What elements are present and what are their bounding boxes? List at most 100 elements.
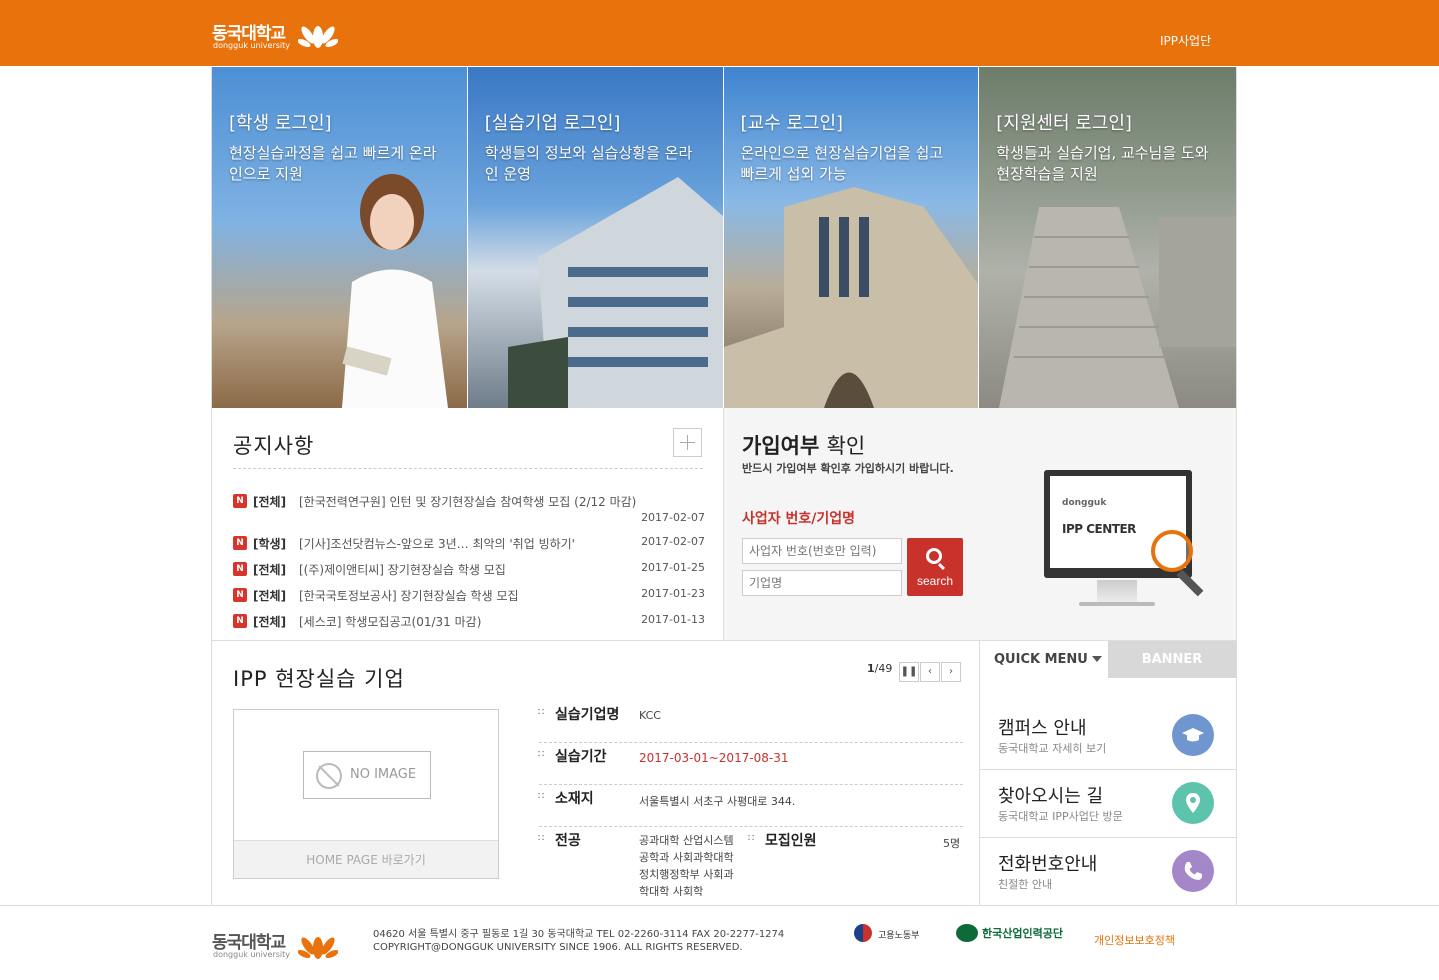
new-badge: N <box>233 614 247 628</box>
footer-logo-subtext: dongguk university <box>213 950 291 959</box>
notice-link[interactable]: [한국전력연구원] 인턴 및 장기현장실습 참여학생 모집 (2/12 마감) <box>299 493 636 510</box>
top-bar: 동국대학교 dongguk university IPP사업단 <box>0 0 1439 66</box>
notice-date: 2017-02-07 <box>641 535 705 548</box>
notice-category: [전체] <box>253 615 287 629</box>
tab-quick-menu[interactable]: QUICK MENU <box>980 641 1108 678</box>
quick-item-title: 전화번호안내 <box>998 854 1098 875</box>
company-section: IPP 현장실습 기업 1/49 ❚❚ ‹ › NO IMAGE HOME PA… <box>211 641 979 905</box>
notice-date: 2017-01-25 <box>641 561 705 574</box>
bullet-icon <box>538 707 545 719</box>
new-badge: N <box>233 494 247 508</box>
footer-address: 04620 서울 특별시 중구 필동로 1길 30 동국대학교 TEL 02-2… <box>373 928 784 954</box>
pause-button[interactable]: ❚❚ <box>899 662 919 682</box>
copyright-text: COPYRIGHT@DONGGUK UNIVERSITY SINCE 1906.… <box>373 942 743 953</box>
lotus-icon <box>298 937 338 959</box>
monitor-title: IPP CENTER <box>1062 522 1136 536</box>
privacy-policy-link[interactable]: 개인정보보호정책 <box>1094 932 1175 948</box>
notice-link[interactable]: [기사]조선닷컴뉴스-앞으로 3년… 최악의 '취업 빙하기' <box>299 535 575 552</box>
professor-login-panel[interactable]: [교수 로그인] 온라인으로 현장실습기업을 쉽고 빠르게 섭외 가능 <box>723 67 980 408</box>
phone-icon <box>1172 850 1214 892</box>
list-item[interactable]: N [전체] [(주)제이앤티씨] 장기현장실습 학생 모집 2017-01-2… <box>233 560 705 586</box>
graduation-cap-icon <box>1172 714 1214 756</box>
panel-desc: 학생들과 실습기업, 교수님을 도와 현장학습을 지원 <box>996 144 1209 183</box>
quick-menu: QUICK MENU BANNER 캠퍼스 안내 동국대학교 자세히 보기 찾아… <box>979 641 1237 905</box>
company-info: 실습기업명 KCC 실습기간 2017-03-01~2017-08-31 소재지… <box>538 701 963 907</box>
panel-desc: 현장실습과정을 쉽고 빠르게 온라인으로 지원 <box>229 144 437 183</box>
ipp-link[interactable]: IPP사업단 <box>1160 32 1211 49</box>
notice-link[interactable]: [(주)제이앤티씨] 장기현장실습 학생 모집 <box>299 561 506 578</box>
company-name-value: KCC <box>639 709 661 722</box>
no-camera-icon <box>316 763 342 789</box>
student-login-panel[interactable]: [학생 로그인] 현장실습과정을 쉽고 빠르게 온라인으로 지원 <box>212 67 468 408</box>
company-name-input[interactable] <box>742 570 902 596</box>
tab-banner[interactable]: BANNER <box>1108 641 1236 678</box>
notice-category: [전체] <box>253 495 287 509</box>
location-value: 서울특별시 서초구 사평대로 344. <box>639 795 796 808</box>
period-value: 2017-03-01~2017-08-31 <box>639 751 789 765</box>
campus-stairs-photo <box>999 207 1236 408</box>
new-badge: N <box>233 536 247 550</box>
list-item[interactable]: N [학생] [기사]조선닷컴뉴스-앞으로 3년… 최악의 '취업 빙하기' 2… <box>233 534 705 560</box>
business-number-input[interactable] <box>742 538 902 564</box>
more-notices-button[interactable] <box>673 428 702 457</box>
bullet-icon <box>538 791 545 803</box>
quick-item-directions[interactable]: 찾아오시는 길 동국대학교 IPP사업단 방문 <box>980 770 1236 838</box>
login-panels: [학생 로그인] 현장실습과정을 쉽고 빠르게 온라인으로 지원 [실습기업 로… <box>211 67 1237 408</box>
panel-title: [학생 로그인] <box>229 113 332 134</box>
list-item[interactable]: N [전체] [한국전력연구원] 인턴 및 장기현장실습 참여학생 모집 (2/… <box>233 492 705 534</box>
notice-date: 2017-01-13 <box>641 613 705 626</box>
major-label: 전공 <box>555 833 581 849</box>
period-label: 실습기간 <box>555 749 607 765</box>
notice-category: [전체] <box>253 563 287 577</box>
notice-link[interactable]: [한국국토정보공사] 장기현장실습 학생 모집 <box>299 587 519 604</box>
prev-button[interactable]: ‹ <box>920 662 940 682</box>
bullet-icon <box>538 749 545 761</box>
membership-check-subtitle: 반드시 가입여부 확인후 가입하시기 바랍니다. <box>742 462 954 475</box>
quick-item-phone[interactable]: 전화번호안내 친절한 안내 <box>980 838 1236 906</box>
new-badge: N <box>233 562 247 576</box>
search-button-label: search <box>916 574 954 588</box>
notice-list: N [전체] [한국전력연구원] 인턴 및 장기현장실습 참여학생 모집 (2/… <box>233 492 705 638</box>
list-item[interactable]: N [전체] [세스코] 학생모집공고(01/31 마감) 2017-01-13 <box>233 612 705 638</box>
dongguk-logo[interactable]: 동국대학교 dongguk university <box>212 13 342 53</box>
notice-link[interactable]: [세스코] 학생모집공고(01/31 마감) <box>299 613 481 630</box>
quick-item-title: 찾아오시는 길 <box>998 786 1104 807</box>
info-row: 소재지 서울특별시 서초구 사평대로 344. <box>538 785 963 827</box>
monitor-logo-text: dongguk <box>1062 498 1107 508</box>
panel-title: [실습기업 로그인] <box>484 113 621 134</box>
panel-desc: 학생들의 정보와 실습상황을 온라인 운영 <box>484 144 693 183</box>
notice-date: 2017-01-23 <box>641 587 705 600</box>
quick-item-subtitle: 친절한 안내 <box>998 878 1053 891</box>
search-button[interactable]: search <box>907 538 963 596</box>
no-image-text: NO IMAGE <box>350 767 417 782</box>
info-row: 전공 공과대학 산업시스템공학과 사회과학대학 정치행정학부 사회과학대학 사회… <box>538 827 963 907</box>
pager-count: 1/49 <box>867 662 892 675</box>
notice-section: 공지사항 N [전체] [한국전력연구원] 인턴 및 장기현장실습 참여학생 모… <box>211 408 723 641</box>
quick-item-subtitle: 동국대학교 IPP사업단 방문 <box>998 810 1123 823</box>
recruit-value: 5명 <box>943 837 961 850</box>
center-login-panel[interactable]: [지원센터 로그인] 학생들과 실습기업, 교수님을 도와 현장학습을 지원 <box>979 67 1236 408</box>
panel-title: [지원센터 로그인] <box>996 113 1132 134</box>
logo-subtext: dongguk university <box>213 41 291 50</box>
ministry-name: 고용노동부 <box>878 931 920 941</box>
title-rest: 확인 <box>826 434 866 458</box>
notice-date: 2017-02-07 <box>641 511 705 524</box>
search-icon <box>926 548 942 564</box>
taegeuk-icon <box>854 924 872 942</box>
company-login-panel[interactable]: [실습기업 로그인] 학생들의 정보와 실습상황을 온라인 운영 <box>467 67 724 408</box>
membership-check-title: 가입여부 확인 <box>742 430 865 460</box>
notice-title: 공지사항 <box>233 434 315 458</box>
info-row: 실습기간 2017-03-01~2017-08-31 <box>538 743 963 785</box>
monitor-base <box>1079 602 1155 606</box>
homepage-button[interactable]: HOME PAGE 바로가기 <box>234 840 498 878</box>
magnifier-icon <box>1151 530 1193 572</box>
info-row: 실습기업명 KCC <box>538 701 963 743</box>
next-button[interactable]: › <box>941 662 961 682</box>
monitor-stand <box>1097 580 1137 604</box>
list-item[interactable]: N [전체] [한국국토정보공사] 장기현장실습 학생 모집 2017-01-2… <box>233 586 705 612</box>
quick-item-campus[interactable]: 캠퍼스 안내 동국대학교 자세히 보기 <box>980 702 1236 770</box>
title-bold: 가입여부 <box>742 434 820 458</box>
footer-logo: 동국대학교 dongguk university <box>212 924 342 964</box>
company-image: NO IMAGE HOME PAGE 바로가기 <box>233 709 499 879</box>
quick-item-subtitle: 동국대학교 자세히 보기 <box>998 742 1107 755</box>
